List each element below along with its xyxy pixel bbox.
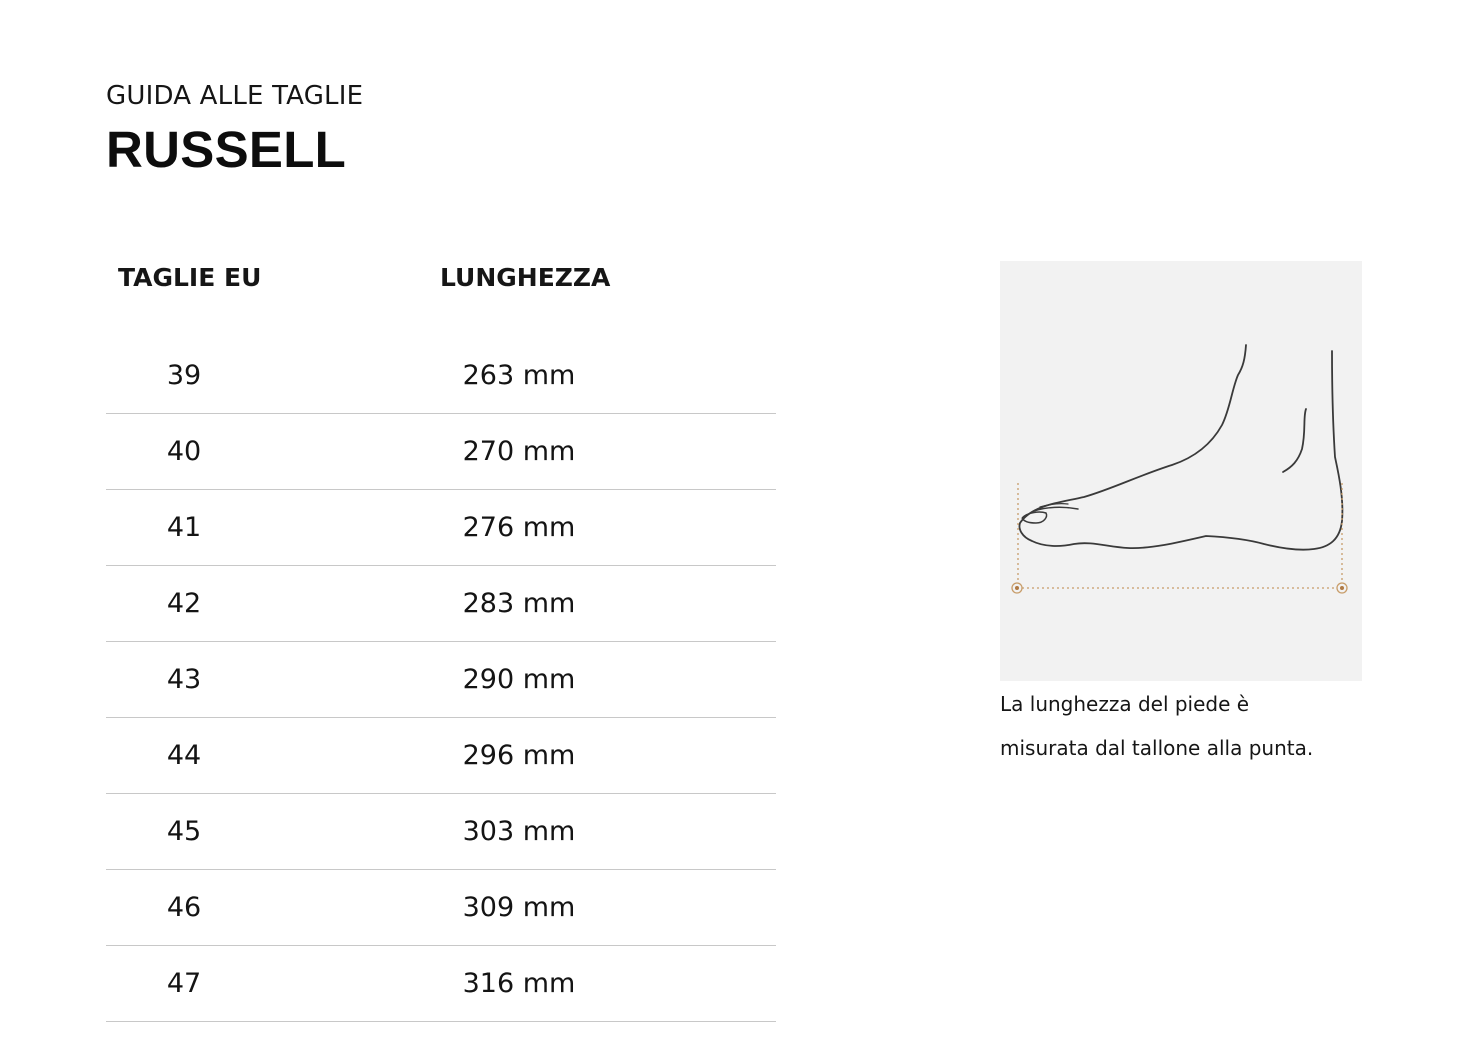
table-row: 44 296 mm (106, 718, 776, 794)
toe-line (1039, 502, 1069, 508)
length-cell: 290 mm (462, 664, 576, 695)
size-cell: 45 (166, 816, 202, 847)
length-cell: 263 mm (462, 360, 576, 391)
measure-start-dot (1015, 586, 1019, 590)
column-header-size: TAGLIE EU (118, 263, 262, 292)
length-cell: 276 mm (462, 512, 576, 543)
ankle-curve (1282, 408, 1307, 473)
table-row: 40 270 mm (106, 414, 776, 490)
size-cell: 47 (166, 968, 202, 999)
figure-caption: La lunghezza del piede è misurata dal ta… (1000, 682, 1380, 770)
table-row: 43 290 mm (106, 642, 776, 718)
foot-outline (1018, 344, 1344, 551)
table-row: 47 316 mm (106, 946, 776, 1022)
table-row: 46 309 mm (106, 870, 776, 946)
table-row: 41 276 mm (106, 490, 776, 566)
size-cell: 44 (166, 740, 202, 771)
measure-end-dot (1340, 586, 1344, 590)
caption-line: misurata dal tallone alla punta. (1000, 736, 1314, 760)
column-header-length: LUNGHEZZA (440, 263, 611, 292)
page-title: RUSSELL (106, 121, 347, 178)
size-cell: 39 (166, 360, 202, 391)
length-cell: 316 mm (462, 968, 576, 999)
length-cell: 270 mm (462, 436, 576, 467)
table-row: 45 303 mm (106, 794, 776, 870)
foot-length-diagram-icon (1011, 344, 1348, 594)
table-row: 39 263 mm (106, 338, 776, 414)
length-cell: 303 mm (462, 816, 576, 847)
table-body: 39 263 mm 40 270 mm 41 276 mm 42 283 mm … (106, 338, 776, 1022)
size-cell: 40 (166, 436, 202, 467)
size-cell: 42 (166, 588, 202, 619)
page-subtitle: GUIDA ALLE TAGLIE (106, 81, 364, 111)
table-row: 42 283 mm (106, 566, 776, 642)
size-table: TAGLIE EU LUNGHEZZA 39 263 mm 40 270 mm … (106, 256, 776, 1022)
caption-line: La lunghezza del piede è (1000, 692, 1250, 716)
size-cell: 43 (166, 664, 202, 695)
length-cell: 309 mm (462, 892, 576, 923)
foot-length-diagram (1000, 261, 1362, 681)
size-cell: 46 (166, 892, 202, 923)
size-cell: 41 (166, 512, 202, 543)
table-header: TAGLIE EU LUNGHEZZA (106, 256, 776, 310)
length-cell: 283 mm (462, 588, 576, 619)
length-cell: 296 mm (462, 740, 576, 771)
